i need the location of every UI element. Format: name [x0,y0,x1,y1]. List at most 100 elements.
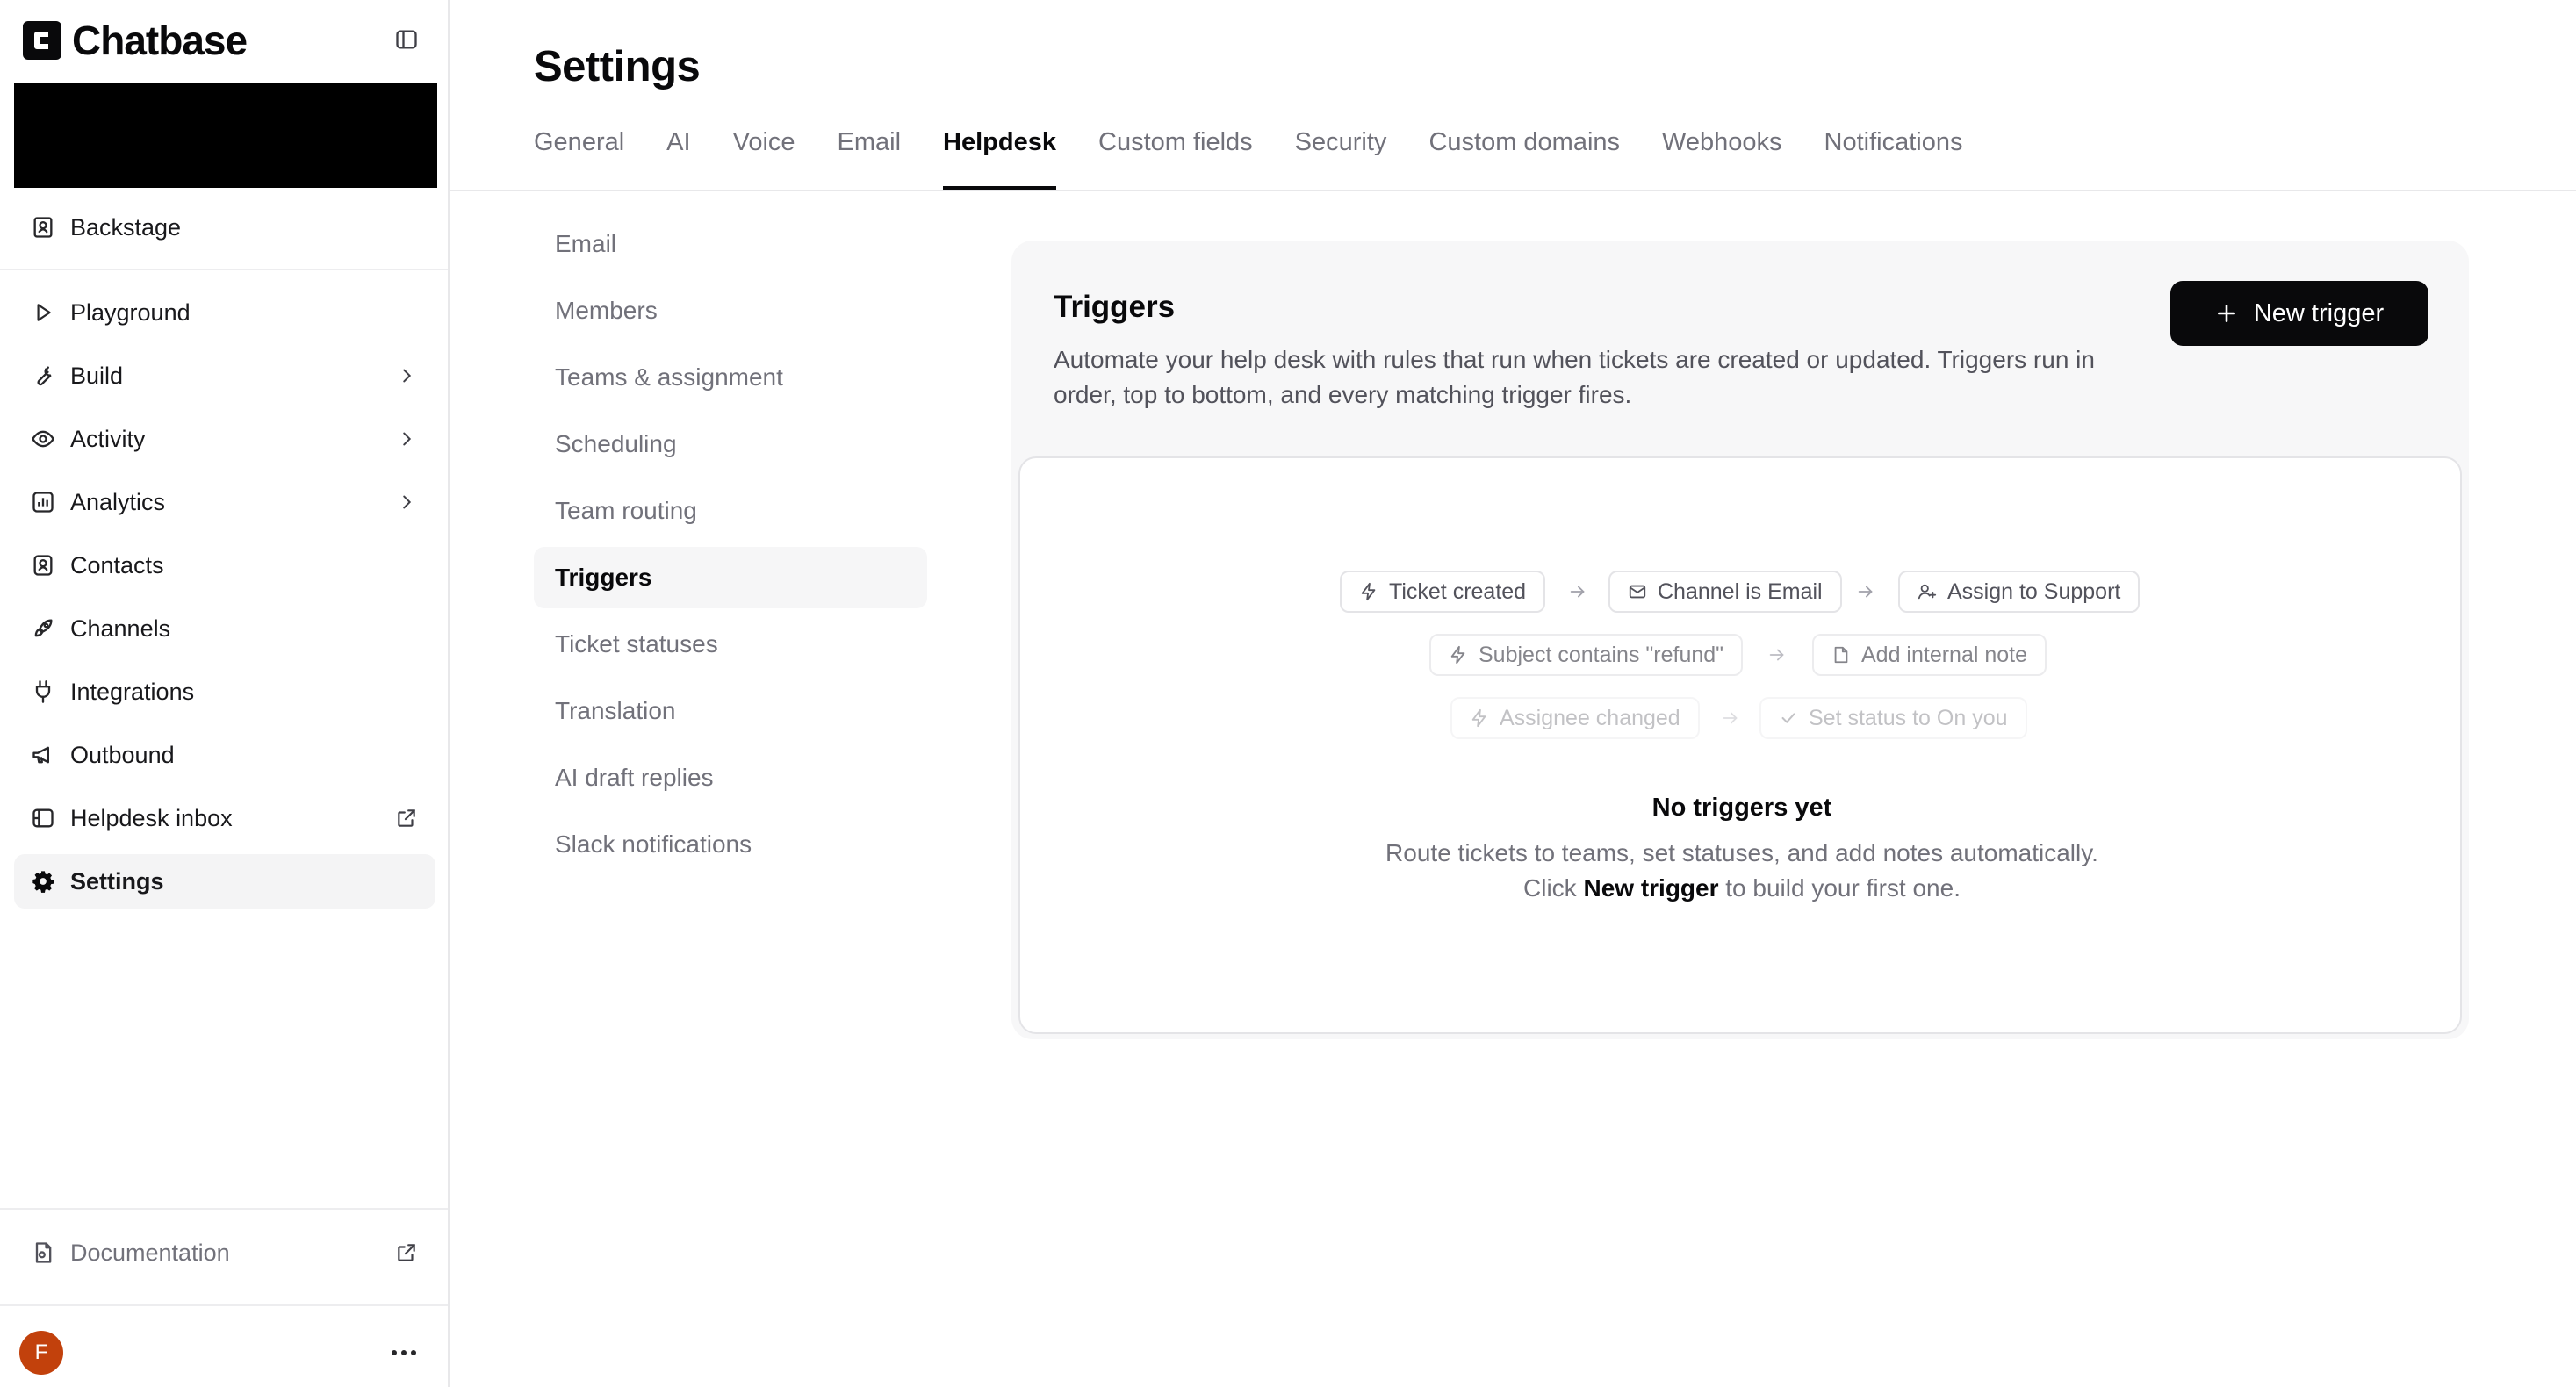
documentation-icon [28,1238,58,1268]
plus-icon [2217,305,2235,322]
subnav-item-ticket-statuses[interactable]: Ticket statuses [534,614,927,675]
lightning-icon [1361,582,1376,601]
wrench-icon [28,361,58,391]
empty-state-title: No triggers yet [1651,794,1832,822]
sidebar-item-build[interactable]: Build [14,349,435,403]
chevron-right-icon [392,424,421,454]
sidebar-toggle-button[interactable] [392,25,421,54]
tab-helpdesk[interactable]: Helpdesk [943,118,1056,190]
chart-icon [28,487,58,517]
megaphone-icon [28,740,58,770]
more-horizontal-icon [392,1350,416,1355]
sidebar-item-playground[interactable]: Playground [14,285,435,340]
arrow-right-icon [1767,644,1788,665]
check-icon [1781,713,1795,724]
sidebar-divider [0,269,448,270]
subnav-item-translation[interactable]: Translation [534,680,927,742]
gear-icon [28,866,58,896]
subnav-item-ai-draft-replies[interactable]: AI draft replies [534,747,927,808]
external-link-icon [392,803,421,833]
subnav-item-email[interactable]: Email [534,213,927,275]
sidebar-item-activity[interactable]: Activity [14,412,435,466]
sidebar-item-helpdesk-inbox[interactable]: Helpdesk inbox [14,791,435,845]
play-icon [28,298,58,327]
tab-webhooks[interactable]: Webhooks [1662,118,1782,190]
tab-security[interactable]: Security [1295,118,1387,190]
subnav-item-team-routing[interactable]: Team routing [534,480,927,542]
triggers-empty-state: Ticket created Channel is Email Assign t… [1018,456,2462,1034]
page-title: Settings [534,43,701,90]
backstage-icon [28,212,58,242]
sidebar-item-label: Helpdesk inbox [70,804,233,831]
sidebar-toggle-icon [396,30,417,49]
chevron-right-icon [392,361,421,391]
external-link-icon [392,1238,421,1268]
settings-tabs: General AI Voice Email Helpdesk Custom f… [534,118,2005,190]
sidebar-divider [0,1208,448,1210]
tab-voice[interactable]: Voice [733,118,795,190]
header-divider [450,190,2576,191]
sidebar-item-label: Documentation [70,1239,230,1266]
triggers-description: Automate your help desk with rules that … [1054,346,2095,408]
triggers-title: Triggers [1054,290,1176,324]
rocket-icon [28,614,58,643]
sidebar-item-label: Analytics [70,488,166,515]
new-trigger-button[interactable]: New trigger [2170,281,2428,346]
tab-email[interactable]: Email [838,118,902,190]
subnav-item-triggers[interactable]: Triggers [534,547,927,608]
arrow-right-icon [1567,581,1588,602]
brand[interactable]: Chatbase [21,16,248,65]
tab-custom-fields[interactable]: Custom fields [1098,118,1253,190]
sidebar-item-label: Integrations [70,678,195,705]
chevron-right-icon [392,487,421,517]
example-chip-if: Channel is Email [1608,571,1842,613]
example-chip-when: Ticket created [1340,571,1546,613]
chatbase-logo-icon [23,21,61,60]
example-chip-then: Set status to On you [1759,697,2027,739]
sidebar-item-channels[interactable]: Channels [14,601,435,656]
sidebar-item-settings[interactable]: Settings [14,854,435,909]
sidebar-item-backstage[interactable]: Backstage [14,200,435,255]
sidebar-divider [0,1304,448,1306]
sidebar-item-label: Backstage [70,213,182,241]
example-chip-when: Subject contains "refund" [1429,634,1744,676]
sidebar-item-outbound[interactable]: Outbound [14,728,435,782]
lightning-icon [1471,708,1486,728]
sidebar-item-label: Contacts [70,551,164,579]
tab-ai[interactable]: AI [666,118,690,190]
sidebar-item-label: Activity [70,425,146,452]
subnav-item-slack-notifications[interactable]: Slack notifications [534,814,927,875]
note-icon [1834,646,1848,664]
subnav-item-teams-assignment[interactable]: Teams & assignment [534,347,927,408]
tab-custom-domains[interactable]: Custom domains [1428,118,1620,190]
user-plus-icon [1918,584,1937,600]
sidebar-item-integrations[interactable]: Integrations [14,665,435,719]
plug-icon [28,677,58,707]
subnav-item-members[interactable]: Members [534,280,927,341]
subnav-item-scheduling[interactable]: Scheduling [534,413,927,475]
sidebar-item-label: Outbound [70,741,175,768]
tab-notifications[interactable]: Notifications [1824,118,1963,190]
sidebar-item-label: Channels [70,614,171,642]
brand-name: Chatbase [72,18,248,63]
sidebar-item-contacts[interactable]: Contacts [14,538,435,593]
sidebar-item-documentation[interactable]: Documentation [14,1225,435,1280]
arrow-right-icon [1720,708,1741,729]
lightning-icon [1450,645,1465,665]
empty-state-text: Route tickets to teams, set statuses, an… [1385,839,2098,902]
more-options-button[interactable] [385,1336,423,1369]
sidebar-item-label: Build [70,362,124,389]
example-chip-then: Assign to Support [1898,571,2141,613]
example-chip-when: Assignee changed [1450,697,1700,739]
sidebar: Chatbase Backstage Playground Build Acti… [0,0,450,1387]
triggers-panel: Triggers Automate your help desk with ru… [1011,241,2469,1039]
workspace-selector[interactable] [14,83,437,188]
arrow-right-icon [1855,581,1876,602]
mail-icon [1629,585,1646,599]
sidebar-item-analytics[interactable]: Analytics [14,475,435,529]
tab-general[interactable]: General [534,118,624,190]
user-avatar[interactable]: F [19,1331,63,1375]
contacts-icon [28,550,58,580]
new-trigger-label: New trigger [2253,298,2385,327]
sidebar-item-label: Settings [70,867,164,895]
